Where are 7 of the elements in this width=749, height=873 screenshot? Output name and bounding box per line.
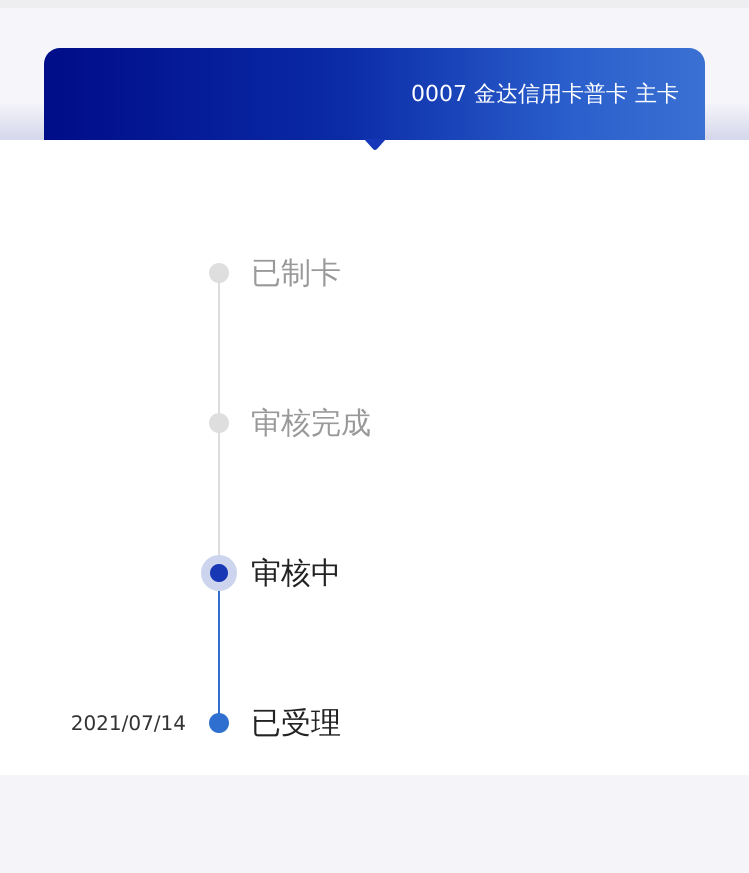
pointer-notch-icon: [364, 139, 386, 151]
step-label: 审核完成: [250, 404, 371, 442]
card-title: 0007 金达信用卡普卡 主卡: [411, 81, 679, 109]
step-label: 审核中: [250, 554, 341, 592]
step-label: 已制卡: [250, 254, 341, 292]
step-date: 2021/07/14: [70, 711, 186, 735]
step-label: 已受理: [250, 704, 341, 742]
